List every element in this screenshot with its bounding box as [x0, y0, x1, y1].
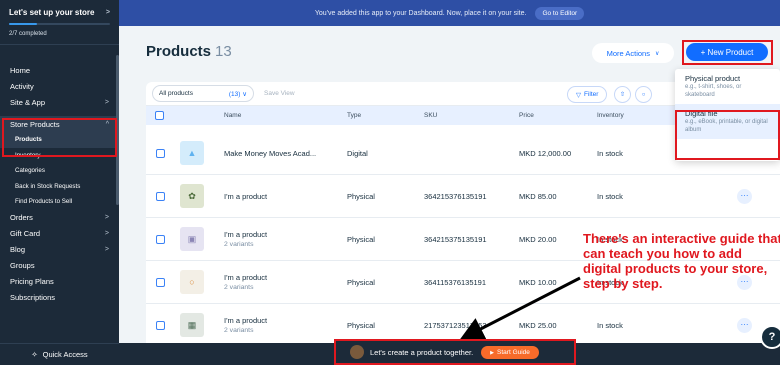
play-icon: ▶	[490, 349, 495, 356]
annotation-arrow	[459, 276, 581, 340]
start-guide-button[interactable]: ▶ Start Guide	[481, 345, 539, 359]
help-icon[interactable]: ?	[760, 325, 780, 349]
guide-prompt: Let's create a product together. ▶ Start …	[334, 339, 576, 365]
guide-text: Let's create a product together.	[370, 347, 474, 357]
avatar	[350, 345, 364, 359]
